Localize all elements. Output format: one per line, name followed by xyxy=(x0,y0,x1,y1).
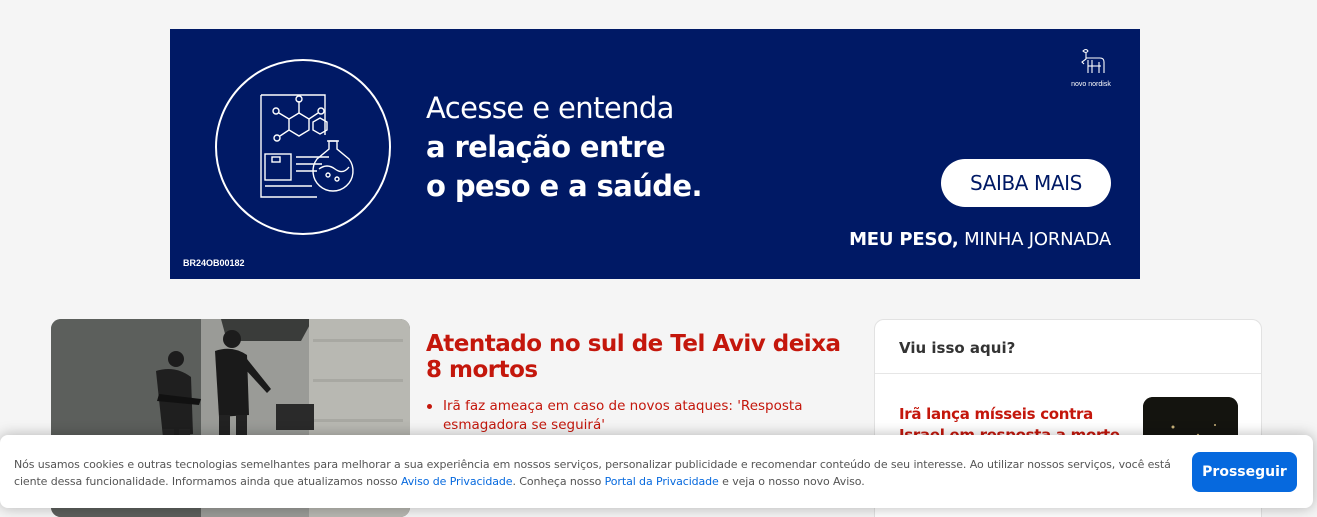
main-story-headline[interactable]: Atentado no sul de Tel Aviv deixa 8 mort… xyxy=(426,331,846,383)
cookie-consent-text: Nós usamos cookies e outras tecnologias … xyxy=(14,456,1184,490)
ad-headline: Acesse e entenda a relação entre o peso … xyxy=(426,89,702,206)
privacy-notice-link[interactable]: Aviso de Privacidade xyxy=(401,475,513,488)
ad-tagline: MEU PESO, MINHA JORNADA xyxy=(849,229,1111,250)
ad-headline-line-2: a relação entre xyxy=(426,130,666,164)
document-molecule-flask-icon xyxy=(215,59,391,235)
ad-brand-name: novo nordisk xyxy=(1071,81,1111,88)
apis-bull-icon xyxy=(1081,48,1105,73)
ad-headline-line-1: Acesse e entenda xyxy=(426,91,674,125)
saiba-mais-button[interactable]: SAIBA MAIS xyxy=(941,159,1111,207)
cookie-text-part-3: e veja o nosso novo Aviso. xyxy=(718,475,865,488)
ad-tagline-bold: MEU PESO, xyxy=(849,229,959,250)
cookie-text-part-2: . Conheça nosso xyxy=(512,475,605,488)
ad-tagline-regular: MINHA JORNADA xyxy=(958,229,1111,250)
ad-code: BR24OB00182 xyxy=(183,258,245,268)
privacy-portal-link[interactable]: Portal da Privacidade xyxy=(605,475,719,488)
sidebar-header: Viu isso aqui? xyxy=(875,320,1261,374)
prosseguir-button[interactable]: Prosseguir xyxy=(1192,452,1297,492)
ad-headline-line-3: o peso e a saúde. xyxy=(426,169,702,203)
related-stories-list: Irã faz ameaça em caso de novos ataques:… xyxy=(426,397,826,435)
novo-nordisk-logo: novo nordisk xyxy=(1064,47,1118,89)
advertisement-banner[interactable]: Acesse e entenda a relação entre o peso … xyxy=(170,29,1140,279)
cookie-consent-banner: Nós usamos cookies e outras tecnologias … xyxy=(0,435,1313,508)
related-story-link[interactable]: Irã faz ameaça em caso de novos ataques:… xyxy=(426,397,826,435)
